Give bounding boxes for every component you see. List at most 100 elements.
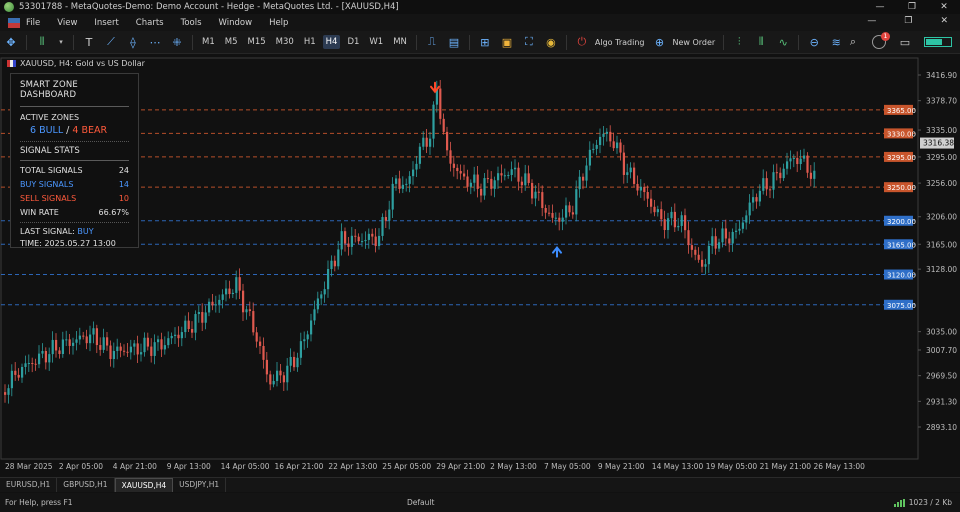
candle-body [449,150,452,164]
candle-body [330,260,333,270]
stat-buy-signals: BUY SIGNALS 14 [20,180,129,189]
channel-tool-icon[interactable]: ⟠ [126,35,140,49]
algo-trading-button[interactable]: Algo Trading [595,38,645,47]
globe-icon[interactable]: ◉ [544,35,558,49]
grid-layout-icon[interactable]: ⊞ [478,35,492,49]
candle-body [235,277,238,293]
timeframe-d1[interactable]: D1 [344,35,362,49]
time-axis-label: 14 Apr 05:00 [221,462,270,471]
candlestick-chart-icon[interactable]: ⫴ [35,35,49,49]
price-axis-label: 3378.70 [926,97,957,106]
menu-window[interactable]: Window [219,18,253,28]
menu-bar: File View Insert Charts Tools Window Hel… [0,14,960,31]
stat-value: 10 [118,194,129,203]
candle-body [429,138,432,147]
candle-body [218,299,221,305]
search-icon[interactable]: ⌕ [846,35,860,49]
candle-body [758,190,761,202]
tab-eurusd-h1[interactable]: EURUSD,H1 [0,478,58,492]
price-axis-label: 3206.00 [926,213,957,222]
crosshair-move-icon[interactable]: ✥ [4,35,18,49]
connection-status[interactable]: 1023 / 2 Kb [893,498,952,507]
chart-restore-button[interactable]: ❐ [904,16,912,26]
timeframe-m5[interactable]: M5 [222,35,241,49]
chevron-down-icon[interactable]: ▾ [57,35,65,49]
price-axis-label: 3416.90 [926,71,957,80]
minimize-button[interactable]: — [864,0,896,14]
candle-body [809,172,812,179]
menu-help[interactable]: Help [269,18,288,28]
candle-body [405,183,408,185]
candle-body [350,235,353,247]
new-order-button[interactable]: New Order [672,38,715,47]
candle-body [211,301,214,306]
menu-charts[interactable]: Charts [136,18,164,28]
shapes-tool-icon[interactable]: ⋯ [148,35,162,49]
candle-body [316,298,319,310]
chart-window-icon[interactable] [8,17,20,28]
candle-body [306,334,309,340]
candle-body [347,243,350,247]
expert-icon[interactable]: ▣ [500,35,514,49]
chart-area[interactable]: 3416.90 3378.70 3335.00 3295.00 3256.00 3206.… [0,55,960,475]
candle-body [327,269,330,290]
menu-insert[interactable]: Insert [94,18,118,28]
timeframe-m30[interactable]: M30 [273,35,297,49]
profile-name[interactable]: Default [407,498,434,507]
close-button[interactable]: ✕ [928,0,960,14]
candle-body [534,191,537,199]
templates-icon[interactable]: ▤ [447,35,461,49]
candle-body [690,245,693,250]
timeframe-h4[interactable]: H4 [322,35,341,49]
title-bar: 53301788 - MetaQuotes-Demo: Demo Account… [0,0,960,14]
timeframe-h1[interactable]: H1 [301,35,319,49]
trendline-tool-icon[interactable]: ⟋ [104,35,118,49]
bar-chart-icon[interactable]: ⫶ [732,35,746,49]
timeframe-w1[interactable]: W1 [366,35,386,49]
candle-body [384,217,387,221]
text-tool-icon[interactable]: T [82,35,96,49]
timeframe-m1[interactable]: M1 [199,35,218,49]
candle-body [599,136,602,145]
candle-body [153,342,156,356]
menu-tools[interactable]: Tools [181,18,202,28]
candle-body [34,363,37,365]
indicators-icon[interactable]: ⎍ [425,35,439,49]
tab-usdjpy-h1[interactable]: USDJPY,H1 [173,478,227,492]
candle-body [762,178,765,191]
candle-body [167,338,170,346]
tab-xauusd-h4[interactable]: XAUUSD,H4 [114,478,174,492]
candle-body [728,238,731,244]
timeframe-m15[interactable]: M15 [245,35,269,49]
time-label: TIME: [20,239,42,248]
candle-body [157,339,160,343]
candles-icon[interactable]: ⫴ [754,35,768,49]
candle-body [650,198,653,207]
chart-minimize-button[interactable]: — [867,16,876,26]
candle-body [286,365,289,383]
line-chart-icon[interactable]: ∿ [776,35,790,49]
candle-body [507,174,510,176]
chart-close-button[interactable]: ✕ [940,16,948,26]
timeframe-mn[interactable]: MN [390,35,410,49]
candle-body [187,320,190,330]
zoom-icon[interactable]: ⊖ [807,35,821,49]
candle-body [619,142,622,153]
algo-trading-icon[interactable]: ⏻ [575,35,589,49]
new-order-icon[interactable]: ⊕ [652,35,666,49]
candle-body [612,141,615,149]
menu-file[interactable]: File [26,18,40,28]
chat-icon[interactable]: ▭ [898,35,912,49]
candle-body [401,184,404,189]
zoom-fit-icon[interactable]: ⛶ [522,35,536,49]
price-chart[interactable]: 3416.90 3378.70 3335.00 3295.00 3256.00 3206.… [0,55,960,475]
bear-zone-count: 4 BEAR [72,125,108,136]
maximize-button[interactable]: ❐ [896,0,928,14]
candle-body [510,169,513,175]
candle-body [439,88,442,119]
tab-gbpusd-h1[interactable]: GBPUSD,H1 [57,478,115,492]
candle-body [21,366,24,378]
menu-view[interactable]: View [57,18,77,28]
notifications-icon[interactable]: 1 [872,32,890,49]
fibonacci-tool-icon[interactable]: ⁜ [170,35,184,49]
